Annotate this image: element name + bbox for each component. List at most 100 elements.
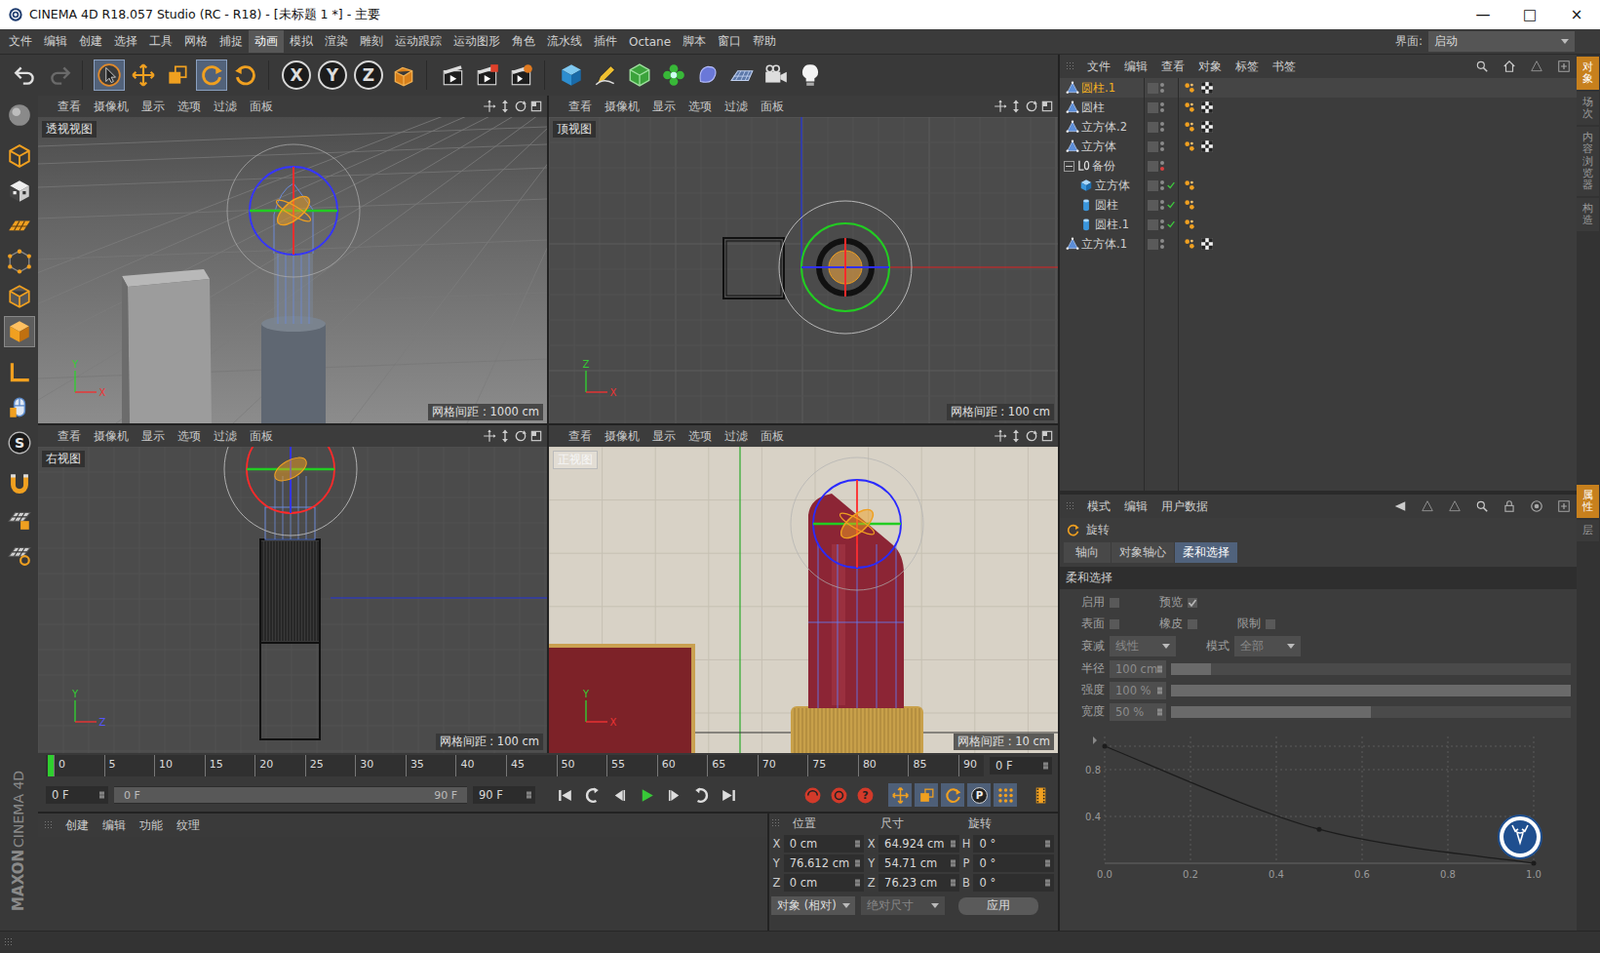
viewport-menu-item[interactable]: 面板 [249,429,274,444]
key-pla-button[interactable] [993,782,1017,807]
viewport-menu-item[interactable]: 显示 [141,99,165,115]
object-menu-item[interactable]: 书签 [1272,58,1296,76]
position-field[interactable]: 0 cm [783,873,865,892]
viewport-menu-item[interactable]: 显示 [652,99,676,115]
object-row[interactable]: 立方体 [1059,175,1577,196]
toolbar-button[interactable] [624,59,656,91]
attribute-menu-item[interactable]: 模式 [1087,498,1111,515]
slider-value-field[interactable]: 50 % [1109,702,1167,721]
material-menu-item[interactable]: 纹理 [176,817,200,834]
attribute-menu-item[interactable]: 用户数据 [1161,498,1209,515]
menu-item[interactable]: 脚本 [676,30,712,53]
viewport[interactable]: 查看摄像机显示选项过滤面板 透视视图 网格间距 : 1000 cm YX [38,95,547,424]
checkbox[interactable] [1187,597,1198,608]
viewport-menu-item[interactable]: 面板 [760,99,784,115]
toolbar-button[interactable] [589,59,622,91]
checkbox[interactable] [1265,619,1276,629]
viewport-menu-item[interactable]: 过滤 [724,99,748,115]
toolbar-button[interactable] [692,59,724,91]
mode-button[interactable] [3,315,36,348]
checkbox[interactable] [1187,619,1198,629]
slider-track[interactable] [1170,663,1571,675]
menu-item[interactable]: 窗口 [711,30,747,53]
range-slider[interactable]: 0 F90 F [114,785,468,804]
mode-button[interactable] [3,468,36,500]
window-control[interactable]: — [1459,0,1507,30]
object-name[interactable]: 圆柱.1 [1081,80,1116,96]
axis-lock-button[interactable]: Y [317,60,348,90]
viewport-menu-item[interactable]: 显示 [652,429,676,444]
autokey-button[interactable] [826,782,851,807]
object-row[interactable]: 圆柱 [1059,195,1577,215]
object-menu-item[interactable]: 对象 [1198,58,1222,76]
current-frame-field[interactable]: 0 F [989,756,1053,775]
key-scale-button[interactable] [914,782,938,807]
toolbar-button[interactable] [43,59,76,91]
checkbox[interactable] [1109,619,1120,629]
object-row[interactable]: 立方体.1 [1059,234,1577,254]
menu-item[interactable]: 雕刻 [353,30,390,53]
mode-button[interactable] [3,175,36,207]
mode-button[interactable] [3,503,36,535]
rotation-field[interactable]: 0 ° [973,854,1054,872]
viewport[interactable]: 查看摄像机显示选项过滤面板 顶视图 网格间距 : 100 cm ZX [548,95,1058,424]
toolbar-button[interactable] [726,59,758,91]
size-mode-dropdown[interactable]: 绝对尺寸 [860,896,945,915]
start-frame-field[interactable]: 0 F [45,785,109,804]
viewport-menu-item[interactable]: 面板 [249,99,274,115]
object-row[interactable]: 圆柱.1 [1059,78,1577,98]
object-name[interactable]: 圆柱.1 [1094,217,1130,233]
viewport-menu-item[interactable]: 查看 [568,99,592,115]
mode-button[interactable] [3,245,36,277]
menu-item[interactable]: 文件 [2,30,39,53]
menu-item[interactable]: Octane [623,32,677,52]
viewport-menu-item[interactable]: 摄像机 [93,99,129,115]
object-row[interactable]: 立方体 [1059,136,1577,157]
toolbar-button[interactable] [161,59,194,91]
size-field[interactable]: 76.23 cm [878,873,960,892]
mode-button[interactable] [3,280,36,313]
size-field[interactable]: 64.924 cm [878,834,960,853]
playback-button[interactable] [580,782,604,807]
axis-lock-button[interactable]: X [281,60,312,90]
viewport-menu-item[interactable]: 面板 [760,429,784,444]
side-tab[interactable]: 构造 [1576,197,1600,232]
window-control[interactable]: □ [1506,0,1554,30]
viewport-menu-item[interactable]: 过滤 [213,99,237,115]
slider-value-field[interactable]: 100 % [1109,681,1167,700]
viewport-menu-item[interactable]: 过滤 [213,429,237,444]
toolbar-button[interactable] [658,59,690,91]
end-frame-field[interactable]: 90 F [472,785,536,804]
record-button[interactable] [800,782,824,807]
object-row[interactable]: 圆柱.1 [1059,214,1577,235]
mode-button[interactable] [3,538,36,570]
mode-button[interactable] [3,99,36,131]
object-row[interactable]: 立方体.2 [1059,117,1577,137]
curve-point[interactable] [1531,860,1537,866]
menu-item[interactable]: 模拟 [283,30,319,53]
mode-button[interactable] [3,391,36,424]
object-row[interactable]: 备份 [1059,156,1577,176]
toolbar-button[interactable] [555,59,587,91]
menu-item[interactable]: 网格 [178,30,214,53]
side-tab[interactable]: 属性 [1576,484,1600,518]
viewport-menu-item[interactable]: 摄像机 [604,429,640,444]
attribute-dropdown[interactable]: 线性 [1109,635,1176,657]
toolbar-button[interactable] [760,59,792,91]
apply-button[interactable]: 应用 [958,897,1039,915]
slider-track[interactable] [1170,684,1571,697]
attribute-dropdown[interactable]: 全部 [1234,635,1301,657]
coordinate-mode-dropdown[interactable]: 对象 (相对) [771,896,856,915]
viewport-menu-item[interactable]: 选项 [688,99,712,115]
menu-item[interactable]: 插件 [587,30,624,53]
object-menu-item[interactable]: 标签 [1235,58,1259,76]
toolbar-button[interactable] [195,59,228,91]
menu-item[interactable]: 工具 [143,30,179,53]
perspective-scene[interactable] [38,117,547,424]
viewport-menu-item[interactable]: 选项 [688,429,712,444]
object-name[interactable]: 立方体 [1094,178,1131,194]
right-scene[interactable] [38,446,547,753]
key-rotation-button[interactable] [940,782,965,807]
layout-dropdown[interactable]: 启动 [1428,31,1575,52]
playback-button[interactable] [634,782,659,807]
